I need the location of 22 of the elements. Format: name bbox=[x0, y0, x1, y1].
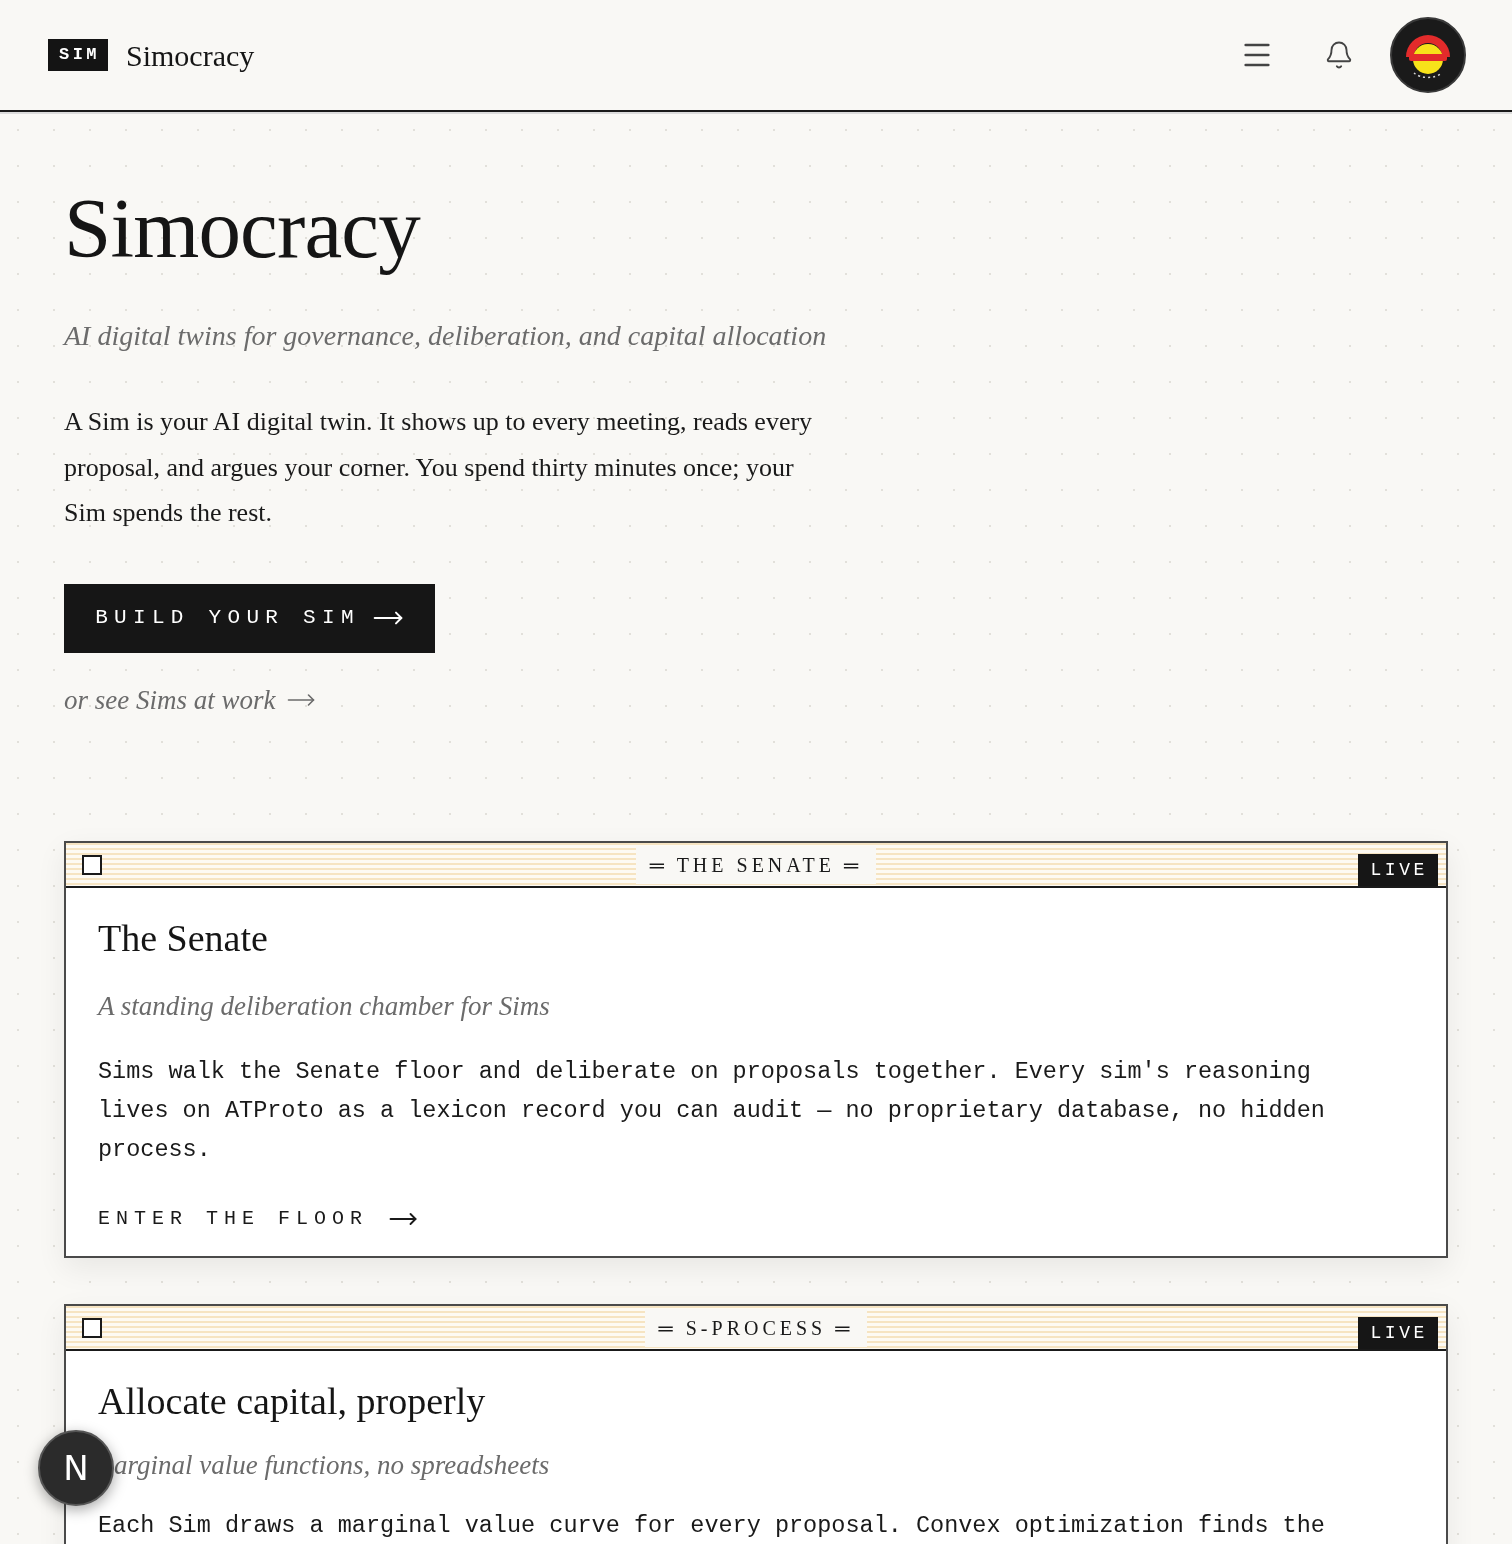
hero-tagline: AI digital twins for governance, deliberation, and capital allocation bbox=[64, 319, 827, 353]
square-icon bbox=[82, 854, 102, 875]
card-title: The Senate bbox=[98, 916, 268, 961]
brand-name[interactable]: Simocracy bbox=[126, 41, 255, 71]
hero-title: Simocracy bbox=[64, 180, 420, 277]
hero-description: A Sim is your AI digital twin. It shows up to every meeting, reads every proposal, and argues your corner. You spend thirty minutes once; your Sim spends the rest. bbox=[64, 406, 814, 529]
live-badge: LIVE bbox=[1358, 1317, 1438, 1349]
logo-badge[interactable]: SIM bbox=[48, 39, 108, 71]
dev-tools-badge[interactable]: N bbox=[38, 1430, 114, 1506]
card-title: Allocate capital, properly bbox=[98, 1379, 486, 1424]
avatar-icon[interactable] bbox=[1390, 17, 1466, 93]
square-icon bbox=[82, 1317, 102, 1338]
card-banner-label: ═ THE SENATE ═ bbox=[635, 845, 877, 884]
card-description: Sims walk the Senate floor and deliberate on proposals together. Every sim's reasoning lives on ATProto as a lexicon record you can audit — no proprietary database, no hidden process. bbox=[98, 1057, 1326, 1165]
enter-floor-link[interactable]: ENTER THE FLOOR bbox=[98, 1204, 419, 1234]
live-badge: LIVE bbox=[1358, 854, 1438, 886]
card-banner-label: ═ S-PROCESS ═ bbox=[644, 1308, 868, 1347]
card-description: Each Sim draws a marginal value curve for every proposal. Convex optimization finds the bbox=[98, 1511, 1325, 1541]
see-sims-link[interactable]: or see Sims at work bbox=[64, 679, 316, 720]
card-subtitle: arginal value functions, no spreadsheets bbox=[114, 1449, 550, 1482]
card-subtitle: A standing deliberation chamber for Sims bbox=[98, 990, 550, 1023]
build-your-sim-button[interactable]: BUILD YOUR SIM bbox=[64, 583, 435, 653]
